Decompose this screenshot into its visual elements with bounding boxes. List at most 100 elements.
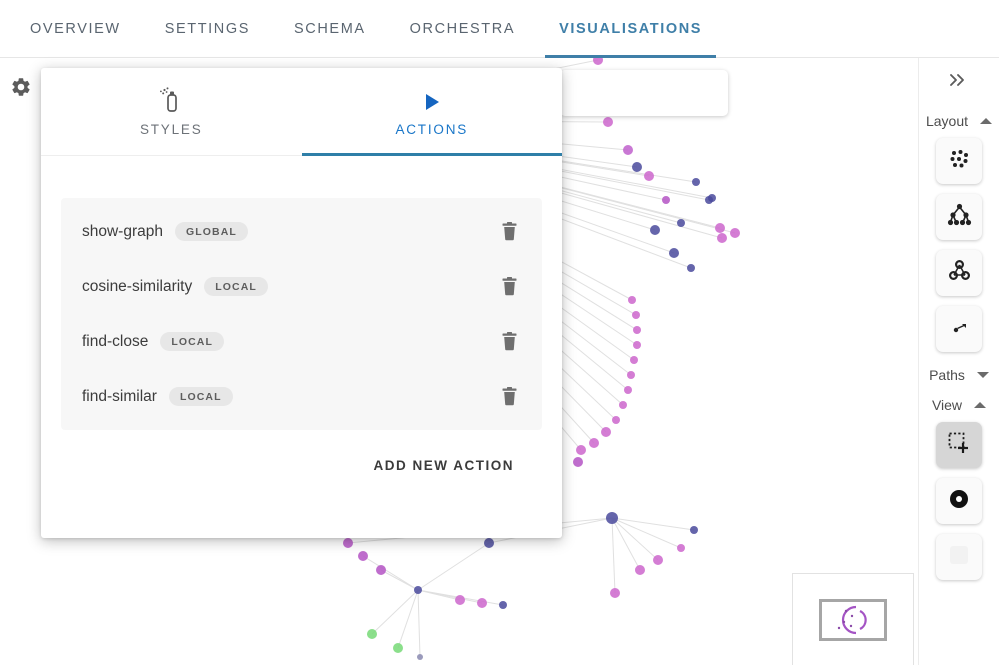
tab-settings-label: SETTINGS bbox=[164, 20, 251, 37]
graph-node[interactable] bbox=[690, 526, 698, 534]
graph-node[interactable] bbox=[628, 296, 636, 304]
focus-target-button[interactable] bbox=[936, 478, 982, 524]
tab-visualisations[interactable]: VISUALISATIONS bbox=[537, 0, 724, 58]
tab-orchestra[interactable]: ORCHESTRA bbox=[388, 0, 537, 58]
sidebar-group-view[interactable]: View bbox=[919, 392, 999, 422]
force-scatter-layout-button[interactable] bbox=[936, 138, 982, 184]
sidebar-group-label: View bbox=[931, 397, 963, 413]
graph-node[interactable] bbox=[692, 178, 700, 186]
graph-edge bbox=[611, 517, 682, 549]
graph-node[interactable] bbox=[662, 196, 670, 204]
graph-node[interactable] bbox=[393, 643, 403, 653]
graph-node[interactable] bbox=[576, 445, 586, 455]
graph-node[interactable] bbox=[619, 401, 627, 409]
tab-overview[interactable]: OVERVIEW bbox=[8, 0, 143, 58]
collapse-sidebar-button[interactable] bbox=[948, 72, 970, 92]
graph-edge bbox=[362, 555, 419, 591]
graph-node[interactable] bbox=[644, 171, 654, 181]
trash-icon bbox=[502, 387, 516, 406]
graph-node[interactable] bbox=[633, 326, 641, 334]
graph-node[interactable] bbox=[477, 598, 487, 608]
tab-visualisations-label: VISUALISATIONS bbox=[559, 20, 703, 37]
dialog-tab-actions[interactable]: ACTIONS bbox=[301, 68, 563, 156]
action-row[interactable]: show-graph GLOBAL bbox=[61, 204, 542, 259]
graph-node[interactable] bbox=[630, 356, 638, 364]
action-row[interactable]: find-close LOCAL bbox=[61, 314, 542, 369]
graph-node[interactable] bbox=[669, 248, 679, 258]
graph-node[interactable] bbox=[455, 595, 465, 605]
graph-node[interactable] bbox=[589, 438, 599, 448]
partial-view-button[interactable] bbox=[936, 534, 982, 580]
chevron-up-icon bbox=[980, 118, 993, 124]
hierarchy-tree-layout-icon bbox=[946, 201, 973, 233]
graph-node[interactable] bbox=[633, 341, 641, 349]
minimap-panel[interactable] bbox=[792, 573, 914, 665]
graph-node[interactable] bbox=[677, 544, 685, 552]
graph-node[interactable] bbox=[593, 58, 603, 65]
graph-node[interactable] bbox=[623, 145, 633, 155]
graph-node[interactable] bbox=[653, 555, 663, 565]
graph-node[interactable] bbox=[715, 223, 725, 233]
action-row[interactable]: find-similar LOCAL bbox=[61, 369, 542, 424]
graph-node[interactable] bbox=[705, 196, 713, 204]
graph-node[interactable] bbox=[687, 264, 695, 272]
circular-layout-icon bbox=[946, 257, 973, 289]
graph-node[interactable] bbox=[343, 538, 353, 548]
delete-action-button[interactable] bbox=[498, 386, 520, 408]
minimap-viewport[interactable] bbox=[819, 598, 887, 641]
hierarchy-tree-layout-button[interactable] bbox=[936, 194, 982, 240]
gear-icon bbox=[12, 78, 30, 96]
graph-node[interactable] bbox=[603, 117, 613, 127]
circular-layout-button[interactable] bbox=[936, 250, 982, 296]
graph-node[interactable] bbox=[601, 427, 611, 437]
action-row[interactable]: cosine-similarity LOCAL bbox=[61, 259, 542, 314]
graph-node[interactable] bbox=[414, 586, 422, 594]
radial-arrow-layout-button[interactable] bbox=[936, 306, 982, 352]
sidebar-group-paths[interactable]: Paths bbox=[919, 362, 999, 392]
graph-node[interactable] bbox=[417, 654, 423, 660]
graph-node[interactable] bbox=[367, 629, 377, 639]
delete-action-button[interactable] bbox=[498, 331, 520, 353]
partial-view-icon bbox=[946, 542, 972, 573]
graph-node[interactable] bbox=[376, 565, 386, 575]
graph-node[interactable] bbox=[499, 601, 507, 609]
play-triangle-icon bbox=[421, 87, 443, 113]
graph-node[interactable] bbox=[717, 233, 727, 243]
graph-node[interactable] bbox=[635, 565, 645, 575]
graph-edge bbox=[397, 589, 419, 649]
graph-node[interactable] bbox=[730, 228, 740, 238]
minimap-graph-icon bbox=[837, 605, 867, 634]
graph-edge bbox=[380, 569, 419, 591]
settings-button[interactable] bbox=[8, 74, 34, 100]
graph-node[interactable] bbox=[606, 512, 618, 524]
graph-node[interactable] bbox=[650, 225, 660, 235]
main-tab-bar: OVERVIEW SETTINGS SCHEMA ORCHESTRA VISUA… bbox=[0, 0, 999, 58]
graph-node[interactable] bbox=[573, 457, 583, 467]
graph-node[interactable] bbox=[612, 416, 620, 424]
trash-icon bbox=[502, 332, 516, 351]
dialog-tab-styles[interactable]: STYLES bbox=[41, 68, 302, 155]
tab-schema[interactable]: SCHEMA bbox=[272, 0, 388, 58]
graph-node[interactable] bbox=[358, 551, 368, 561]
delete-action-button[interactable] bbox=[498, 221, 520, 243]
delete-action-button[interactable] bbox=[498, 276, 520, 298]
sidebar-group-layout[interactable]: Layout bbox=[919, 108, 999, 138]
graph-node[interactable] bbox=[627, 371, 635, 379]
action-scope-badge: LOCAL bbox=[204, 276, 268, 297]
select-area-button[interactable] bbox=[936, 422, 982, 468]
graph-node[interactable] bbox=[610, 588, 620, 598]
graph-node[interactable] bbox=[484, 538, 494, 548]
add-new-action-button[interactable]: ADD NEW ACTION bbox=[372, 452, 517, 479]
graph-node[interactable] bbox=[632, 162, 642, 172]
spray-can-icon bbox=[159, 86, 183, 113]
graph-node[interactable] bbox=[624, 386, 632, 394]
search-card[interactable] bbox=[560, 70, 728, 116]
graph-node[interactable] bbox=[677, 219, 685, 227]
graph-edge bbox=[417, 589, 421, 658]
action-name: find-similar bbox=[82, 387, 157, 405]
graph-node[interactable] bbox=[632, 311, 640, 319]
tab-settings[interactable]: SETTINGS bbox=[143, 0, 272, 58]
right-sidebar: Layout Paths View bbox=[918, 58, 999, 665]
styles-actions-dialog: STYLES ACTIONS show-graph GLOBAL cosine-s… bbox=[41, 68, 562, 538]
action-name: show-graph bbox=[82, 222, 163, 240]
